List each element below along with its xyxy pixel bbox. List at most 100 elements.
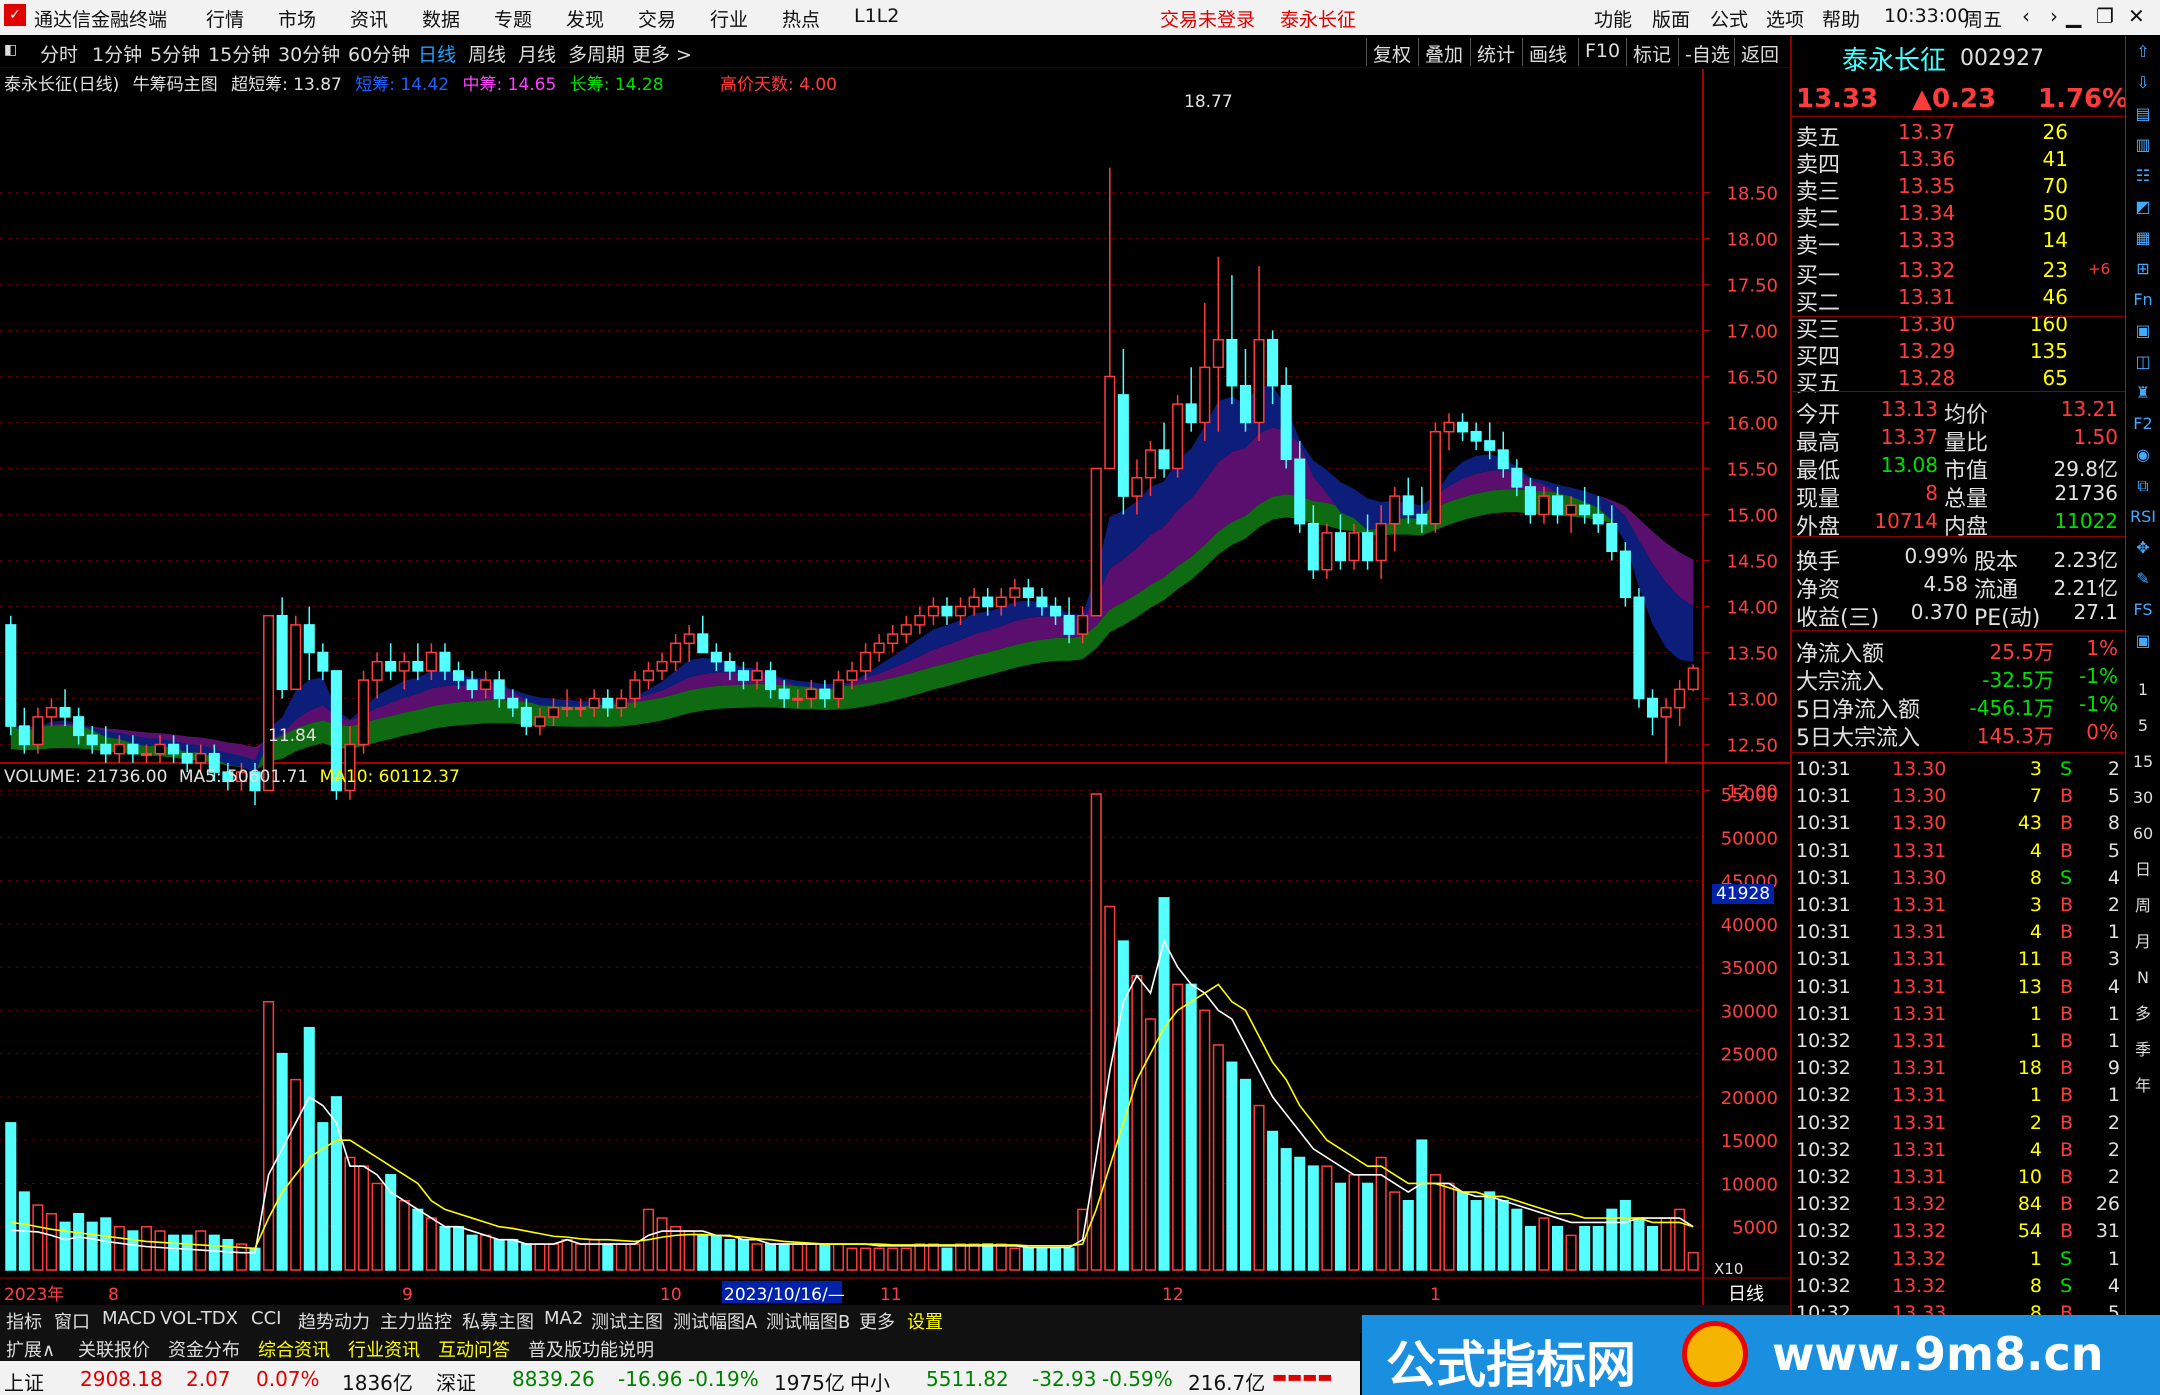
sidebar-tool-icon[interactable]: ▦	[2128, 224, 2158, 252]
fuquan-button[interactable]: 复权	[1366, 38, 1417, 66]
menu-gongneng[interactable]: 功能	[1594, 5, 1632, 32]
indicator-tab[interactable]: 更多	[859, 1308, 895, 1334]
menu-hangqing[interactable]: 行情	[206, 5, 244, 32]
close-icon[interactable]: ✕	[2128, 4, 2145, 28]
info-tab[interactable]: 关联报价	[78, 1336, 150, 1362]
period-30min[interactable]: 30分钟	[278, 40, 340, 67]
indicator-tab[interactable]: 测试幅图B	[766, 1308, 850, 1334]
sidebar-period[interactable]: 季	[2128, 1036, 2158, 1064]
f10-button[interactable]: F10	[1578, 38, 1626, 66]
period-5min[interactable]: 5分钟	[150, 40, 200, 67]
menu-shichang[interactable]: 市场	[278, 5, 316, 32]
index-name[interactable]: 上证	[4, 1367, 44, 1395]
menu-banmian[interactable]: 版面	[1652, 5, 1690, 32]
menu-zixun[interactable]: 资讯	[350, 5, 388, 32]
period-monthly[interactable]: 月线	[518, 40, 556, 67]
indicator-tab[interactable]: 设置	[907, 1308, 943, 1334]
forward-arrow-icon[interactable]: ›	[2050, 4, 2058, 28]
indicator-tab[interactable]: 趋势动力	[298, 1308, 370, 1334]
sidebar-tool-icon[interactable]: ⇩	[2128, 69, 2158, 97]
info-tab[interactable]: 扩展∧	[6, 1336, 55, 1362]
indicator-tab[interactable]: 主力监控	[380, 1308, 452, 1334]
menu-hangye[interactable]: 行业	[710, 5, 748, 32]
indicator-tab[interactable]: MACD	[102, 1308, 156, 1329]
zixuan-button[interactable]: -自选	[1678, 38, 1736, 66]
sidebar-tool-icon[interactable]: ⇧	[2128, 38, 2158, 66]
sidebar-tool-icon[interactable]: ◫	[2128, 348, 2158, 376]
sidebar-tool-icon[interactable]: F2	[2128, 410, 2158, 438]
period-daily[interactable]: 日线	[418, 40, 456, 67]
sidebar-tool-icon[interactable]: ◩	[2128, 193, 2158, 221]
minimize-icon[interactable]: ▁	[2066, 4, 2081, 28]
sidebar-tool-icon[interactable]: ▣	[2128, 627, 2158, 655]
period-more[interactable]: 更多 >	[632, 40, 692, 67]
diejia-button[interactable]: 叠加	[1418, 38, 1469, 66]
indicator-tab[interactable]: 窗口	[54, 1308, 90, 1334]
info-tab[interactable]: 普及版功能说明	[528, 1336, 654, 1362]
huaxian-button[interactable]: 画线	[1522, 38, 1573, 66]
sidebar-tool-icon[interactable]: ⊞	[2128, 255, 2158, 283]
sidebar-tool-icon[interactable]: ⧉	[2128, 472, 2158, 500]
biaoji-button[interactable]: 标记	[1626, 38, 1677, 66]
restore-icon[interactable]: ❐	[2096, 4, 2114, 28]
sidebar-period[interactable]: 日	[2128, 856, 2158, 884]
sidebar-tool-icon[interactable]: RSI	[2128, 503, 2158, 531]
menu-shuju[interactable]: 数据	[422, 5, 460, 32]
sidebar-period[interactable]: 年	[2128, 1072, 2158, 1100]
sidebar-tool-icon[interactable]: ▣	[2128, 317, 2158, 345]
tongji-button[interactable]: 统计	[1470, 38, 1521, 66]
menu-faxian[interactable]: 发现	[566, 5, 604, 32]
indicator-tab[interactable]: CCI	[251, 1308, 281, 1329]
sidebar-period[interactable]: 30	[2128, 784, 2158, 812]
sidebar-period[interactable]: 5	[2128, 712, 2158, 740]
kline-chart[interactable]: 18.50 18.00 17.50 17.00 16.50 16.00 15.50 15.00…	[0, 69, 1790, 1305]
period-weekly[interactable]: 周线	[468, 40, 506, 67]
sidebar-tool-icon[interactable]: ☷	[2128, 162, 2158, 190]
indicator-tab[interactable]: 测试主图	[591, 1308, 663, 1334]
period-multi[interactable]: 多周期	[568, 40, 625, 67]
index-name[interactable]: 深证	[436, 1367, 476, 1395]
indicator-tab[interactable]: MA2	[544, 1308, 583, 1329]
sidebar-tool-icon[interactable]: ▤	[2128, 100, 2158, 128]
sidebar-period[interactable]: N	[2128, 964, 2158, 992]
candle-body	[358, 679, 370, 746]
info-tab[interactable]: 互动问答	[438, 1336, 510, 1362]
legend-indicator[interactable]: 牛筹码主图	[133, 75, 218, 95]
sidebar-tool-icon[interactable]: ♜	[2128, 379, 2158, 407]
indicator-tab[interactable]: 测试幅图A	[673, 1308, 757, 1334]
back-arrow-icon[interactable]: ‹	[2022, 4, 2030, 28]
sidebar-period[interactable]: 周	[2128, 892, 2158, 920]
indicator-tab[interactable]: 私募主图	[462, 1308, 534, 1334]
indicator-tab[interactable]: VOL-TDX	[160, 1308, 238, 1329]
menu-xuanxiang[interactable]: 选项	[1766, 5, 1804, 32]
sidebar-tool-icon[interactable]: ◉	[2128, 441, 2158, 469]
sidebar-period[interactable]: 1	[2128, 676, 2158, 704]
info-tab[interactable]: 综合资讯	[258, 1336, 330, 1362]
period-fenshi[interactable]: 分时	[40, 40, 78, 67]
sidebar-period[interactable]: 月	[2128, 928, 2158, 956]
index-name[interactable]: 中小	[850, 1367, 890, 1395]
menu-redian[interactable]: 热点	[782, 5, 820, 32]
sidebar-tool-icon[interactable]: Fn	[2128, 286, 2158, 314]
info-tab[interactable]: 行业资讯	[348, 1336, 420, 1362]
fanhui-button[interactable]: 返回	[1734, 38, 1785, 66]
collapse-icon[interactable]: ◧	[4, 42, 17, 58]
menu-zhuanti[interactable]: 专题	[494, 5, 532, 32]
indicator-tab[interactable]: 指标	[6, 1308, 42, 1334]
sidebar-period[interactable]: 15	[2128, 748, 2158, 776]
info-tab[interactable]: 资金分布	[168, 1336, 240, 1362]
sidebar-tool-icon[interactable]: FS	[2128, 596, 2158, 624]
sidebar-period[interactable]: 多	[2128, 1000, 2158, 1028]
sidebar-period[interactable]: 60	[2128, 820, 2158, 848]
sidebar-tool-icon[interactable]: ✎	[2128, 565, 2158, 593]
menu-gongshi[interactable]: 公式	[1710, 5, 1748, 32]
sidebar-tool-icon[interactable]: ✥	[2128, 534, 2158, 562]
sidebar-tool-icon[interactable]: ▥	[2128, 131, 2158, 159]
period-60min[interactable]: 60分钟	[348, 40, 410, 67]
trade-login-status[interactable]: 交易未登录	[1160, 5, 1255, 32]
menu-jiaoyi[interactable]: 交易	[638, 5, 676, 32]
menu-bangzhu[interactable]: 帮助	[1822, 5, 1860, 32]
menu-l1l2[interactable]: L1L2	[854, 5, 899, 27]
period-1min[interactable]: 1分钟	[92, 40, 142, 67]
period-15min[interactable]: 15分钟	[208, 40, 270, 67]
